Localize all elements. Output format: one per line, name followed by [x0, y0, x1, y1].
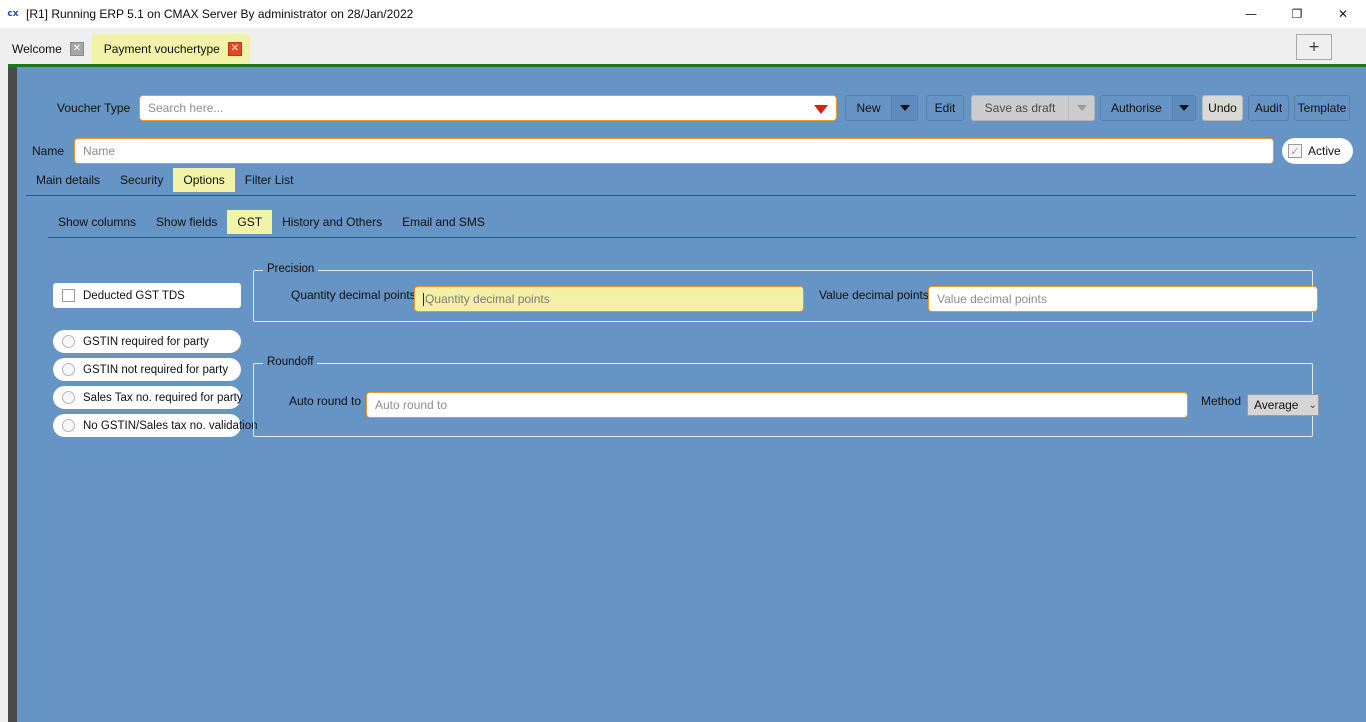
tab-security[interactable]: Security — [110, 168, 173, 192]
tab-filter-list[interactable]: Filter List — [235, 168, 304, 192]
precision-group-title: Precision — [263, 263, 319, 275]
radio-no-validation[interactable]: No GSTIN/Sales tax no. validation — [53, 414, 258, 437]
application-frame: Voucher Type Search here... New Edit Sav… — [0, 64, 1366, 722]
auto-round-to-label: Auto round to — [289, 394, 362, 408]
radio-gstin-required-label: GSTIN required for party — [83, 335, 209, 348]
maximize-icon[interactable]: ❐ — [1274, 0, 1320, 28]
secondary-tabs: Show columns Show fields GST History and… — [48, 210, 495, 234]
active-check-icon: ✓ — [1288, 144, 1302, 158]
auto-round-to-placeholder: Auto round to — [375, 398, 448, 412]
tab-welcome-close-icon[interactable]: ✕ — [69, 42, 84, 56]
new-button-label: New — [856, 101, 881, 115]
active-label: Active — [1308, 144, 1341, 158]
deducted-gst-tds-checkbox[interactable]: Deducted GST TDS — [53, 283, 241, 308]
tab-show-fields[interactable]: Show fields — [146, 210, 227, 234]
radio-no-validation-label: No GSTIN/Sales tax no. validation — [83, 419, 258, 432]
authorise-dropdown-arrow-icon[interactable] — [1171, 96, 1195, 120]
window-titlebar: cx [R1] Running ERP 5.1 on CMAX Server B… — [0, 0, 1366, 28]
text-caret — [423, 292, 424, 306]
roundoff-groupbox: Roundoff Auto round to Auto round to Met… — [253, 356, 1319, 437]
method-select-value: Average — [1254, 398, 1299, 412]
radio-gstin-not-required-label: GSTIN not required for party — [83, 363, 229, 376]
tab-email-and-sms[interactable]: Email and SMS — [392, 210, 495, 234]
window-title: [R1] Running ERP 5.1 on CMAX Server By a… — [26, 7, 414, 21]
deducted-gst-tds-label: Deducted GST TDS — [83, 289, 185, 302]
voucher-type-label: Voucher Type — [57, 101, 131, 115]
value-decimal-points-input[interactable]: Value decimal points — [928, 286, 1318, 312]
new-tab-button[interactable]: + — [1296, 34, 1332, 60]
roundoff-group-title: Roundoff — [263, 356, 318, 368]
chevron-down-icon: ⌄ — [1308, 399, 1317, 411]
audit-button-label: Audit — [1254, 101, 1283, 115]
tab-history-and-others[interactable]: History and Others — [272, 210, 392, 234]
radio-icon — [62, 419, 75, 432]
tab-show-columns[interactable]: Show columns — [48, 210, 146, 234]
active-checkbox[interactable]: ✓ Active — [1282, 138, 1353, 164]
voucher-type-search-input[interactable]: Search here... — [139, 95, 837, 121]
secondary-tabs-underline — [48, 237, 1356, 238]
new-dropdown-arrow-icon[interactable] — [891, 96, 917, 120]
document-tabstrip: Welcome ✕ Payment vouchertype ✕ + — [0, 28, 1366, 64]
authorise-button[interactable]: Authorise — [1100, 95, 1196, 121]
precision-groupbox: Precision Quantity decimal points Quanti… — [253, 263, 1318, 322]
tab-options[interactable]: Options — [173, 168, 235, 192]
template-button[interactable]: Template — [1294, 95, 1350, 121]
save-as-draft-dropdown-arrow-icon — [1068, 96, 1094, 120]
tab-payment-vouchertype-label: Payment vouchertype — [103, 42, 220, 56]
save-as-draft-button: Save as draft — [971, 95, 1095, 121]
form-canvas: Voucher Type Search here... New Edit Sav… — [17, 67, 1366, 722]
voucher-type-placeholder: Search here... — [148, 101, 224, 115]
radio-sales-tax-required-label: Sales Tax no. required for party — [83, 391, 243, 404]
radio-icon — [62, 335, 75, 348]
radio-icon — [62, 363, 75, 376]
tab-gst[interactable]: GST — [227, 210, 273, 234]
undo-button-label: Undo — [1208, 101, 1237, 115]
primary-tabs-underline — [26, 195, 1356, 196]
value-decimal-points-placeholder: Value decimal points — [937, 292, 1047, 306]
quantity-decimal-points-label: Quantity decimal points — [291, 288, 416, 302]
method-label: Method — [1201, 394, 1242, 408]
radio-gstin-not-required[interactable]: GSTIN not required for party — [53, 358, 241, 381]
value-decimal-points-label: Value decimal points — [819, 288, 929, 302]
close-icon[interactable]: ✕ — [1320, 0, 1366, 28]
primary-tabs: Main details Security Options Filter Lis… — [26, 168, 303, 192]
checkbox-icon — [62, 289, 75, 302]
name-input[interactable]: Name — [74, 138, 1274, 164]
chevron-down-icon[interactable] — [814, 105, 828, 114]
tab-payment-vouchertype-close-icon[interactable]: ✕ — [227, 42, 242, 56]
auto-round-to-input[interactable]: Auto round to — [366, 392, 1188, 418]
tab-main-details[interactable]: Main details — [26, 168, 110, 192]
tab-welcome-label: Welcome — [12, 42, 62, 56]
tab-payment-vouchertype[interactable]: Payment vouchertype ✕ — [91, 34, 250, 64]
edit-button[interactable]: Edit — [926, 95, 964, 121]
radio-gstin-required[interactable]: GSTIN required for party — [53, 330, 241, 353]
radio-icon — [62, 391, 75, 404]
tab-welcome[interactable]: Welcome ✕ — [0, 34, 92, 64]
audit-button[interactable]: Audit — [1248, 95, 1289, 121]
minimize-icon[interactable]: — — [1228, 0, 1274, 28]
quantity-decimal-points-input[interactable]: Quantity decimal points — [414, 286, 804, 312]
name-label: Name — [32, 144, 65, 158]
method-select[interactable]: Average ⌄ — [1247, 394, 1319, 416]
save-as-draft-label: Save as draft — [984, 101, 1056, 115]
template-button-label: Template — [1297, 101, 1347, 115]
new-button[interactable]: New — [845, 95, 918, 121]
edit-button-label: Edit — [934, 101, 956, 115]
quantity-decimal-points-placeholder: Quantity decimal points — [425, 292, 550, 306]
name-placeholder: Name — [83, 144, 116, 158]
radio-sales-tax-required[interactable]: Sales Tax no. required for party — [53, 386, 243, 409]
new-tab-button-wrap: + — [1296, 34, 1332, 60]
undo-button[interactable]: Undo — [1202, 95, 1243, 121]
window-controls: — ❐ ✕ — [1228, 0, 1366, 28]
left-side-strip — [8, 67, 17, 722]
authorise-button-label: Authorise — [1111, 101, 1162, 115]
app-icon: cx — [7, 9, 19, 19]
